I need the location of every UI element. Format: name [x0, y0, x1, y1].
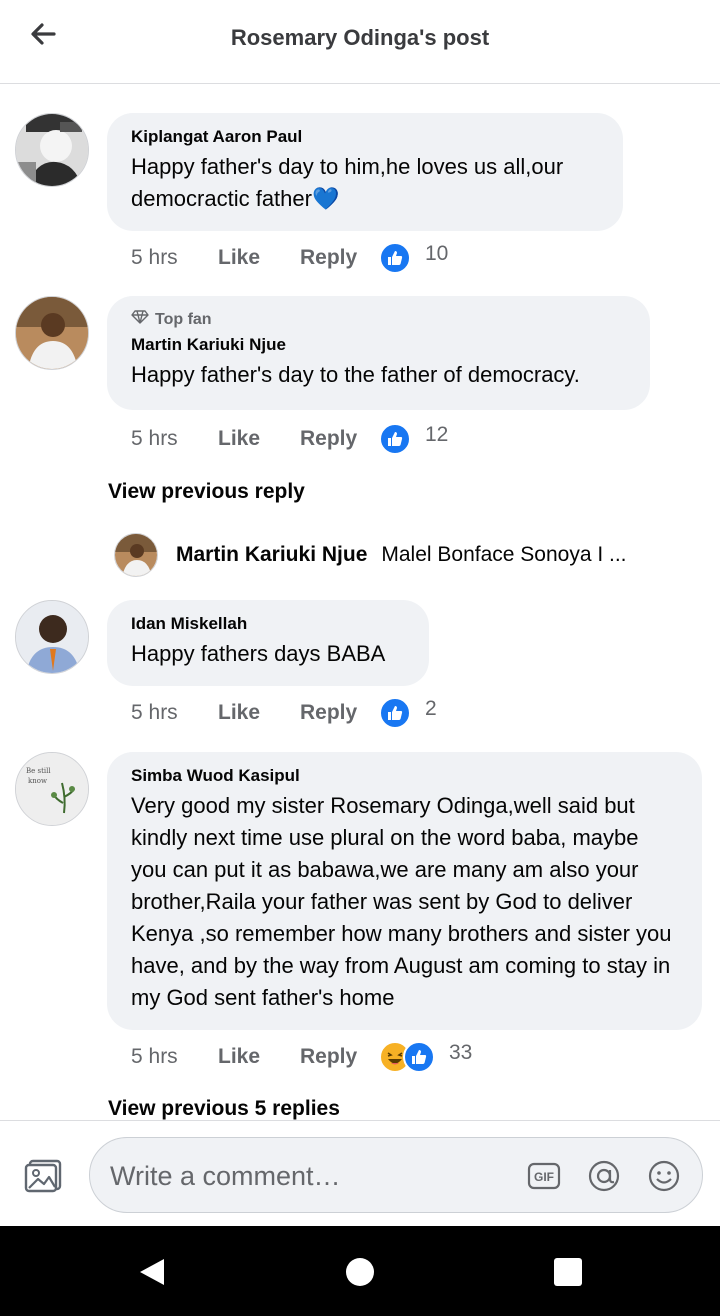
comment-input[interactable]	[110, 1156, 510, 1196]
comment-actions: 5 hrs Like Reply 12	[131, 422, 448, 456]
comment-bubble[interactable]: Kiplangat Aaron Paul Happy father's day …	[107, 113, 623, 231]
reaction-count: 33	[449, 1041, 473, 1064]
like-reaction-icon	[379, 423, 411, 455]
comment-author[interactable]: Kiplangat Aaron Paul	[131, 127, 599, 147]
reply-preview[interactable]: Martin Kariuki Njue Malel Bonface Sonoya…	[114, 533, 694, 577]
gif-icon[interactable]: GIF	[526, 1158, 562, 1194]
like-reaction-icon	[379, 242, 411, 274]
reply-preview-author: Martin Kariuki Njue	[176, 543, 368, 566]
like-button[interactable]: Like	[218, 427, 300, 451]
comment-text: Happy father's day to him,he loves us al…	[131, 154, 564, 211]
comment-text: Happy father's day to the father of demo…	[131, 362, 580, 387]
system-nav-bar	[0, 1226, 720, 1316]
comment-bubble[interactable]: Idan Miskellah Happy fathers days BABA	[107, 600, 429, 686]
reaction-count: 2	[425, 697, 437, 720]
avatar[interactable]: Be still know	[15, 752, 89, 826]
avatar[interactable]	[15, 296, 89, 370]
reaction-count: 10	[425, 242, 449, 265]
avatar	[114, 533, 158, 577]
view-previous-replies-link[interactable]: View previous 5 replies	[108, 1097, 340, 1121]
comment-text: Very good my sister Rosemary Odinga,well…	[131, 793, 672, 1010]
mention-icon[interactable]	[586, 1158, 622, 1194]
svg-text:know: know	[28, 777, 47, 785]
like-reaction-icon	[379, 697, 411, 729]
comment-author[interactable]: Idan Miskellah	[131, 614, 405, 634]
reply-button[interactable]: Reply	[300, 427, 379, 451]
comment-time[interactable]: 5 hrs	[131, 246, 218, 270]
reply-button[interactable]: Reply	[300, 1045, 379, 1069]
svg-text:Be still: Be still	[26, 767, 51, 775]
view-previous-reply-link[interactable]: View previous reply	[108, 480, 305, 504]
top-bar: Rosemary Odinga's post	[0, 0, 720, 84]
comment-actions: 5 hrs Like Reply 10	[131, 241, 448, 275]
comment-text: Happy fathers days BABA	[131, 641, 386, 666]
back-nav-icon[interactable]	[136, 1256, 168, 1288]
reply-button[interactable]: Reply	[300, 701, 379, 725]
comment-time[interactable]: 5 hrs	[131, 1045, 218, 1069]
comment-actions: 5 hrs Like Reply 2	[131, 696, 437, 730]
comment-author[interactable]: Martin Kariuki Njue	[131, 335, 626, 355]
recents-nav-icon[interactable]	[552, 1256, 584, 1288]
page-title: Rosemary Odinga's post	[230, 25, 490, 50]
comment-time[interactable]: 5 hrs	[131, 427, 218, 451]
reply-button[interactable]: Reply	[300, 246, 379, 270]
comment-author[interactable]: Simba Wuod Kasipul	[131, 766, 678, 786]
like-button[interactable]: Like	[218, 701, 300, 725]
home-nav-icon[interactable]	[344, 1256, 376, 1288]
badge-label: Top fan	[155, 310, 212, 328]
reactions-summary[interactable]: 2	[379, 697, 437, 729]
comment-actions: 5 hrs Like Reply 33	[131, 1040, 472, 1074]
reaction-count: 12	[425, 423, 449, 446]
top-fan-badge: Top fan	[131, 310, 626, 329]
comment-field[interactable]: GIF	[89, 1137, 703, 1213]
like-button[interactable]: Like	[218, 246, 300, 270]
like-reaction-icon	[403, 1041, 435, 1073]
reactions-summary[interactable]: 12	[379, 423, 448, 455]
avatar[interactable]	[15, 113, 89, 187]
photo-icon[interactable]	[24, 1157, 64, 1193]
svg-text:GIF: GIF	[534, 1170, 554, 1184]
reactions-summary[interactable]: 33	[379, 1041, 472, 1073]
comment-bubble[interactable]: Top fan Martin Kariuki Njue Happy father…	[107, 296, 650, 410]
avatar[interactable]	[15, 600, 89, 674]
comment-bubble[interactable]: Simba Wuod Kasipul Very good my sister R…	[107, 752, 702, 1030]
emoji-icon[interactable]	[646, 1158, 682, 1194]
reply-preview-text: Malel Bonface Sonoya I ...	[381, 543, 627, 566]
comment-time[interactable]: 5 hrs	[131, 701, 218, 725]
like-button[interactable]: Like	[218, 1045, 300, 1069]
reactions-summary[interactable]: 10	[379, 242, 448, 274]
diamond-icon	[131, 310, 149, 329]
comment-composer: GIF	[0, 1120, 720, 1226]
